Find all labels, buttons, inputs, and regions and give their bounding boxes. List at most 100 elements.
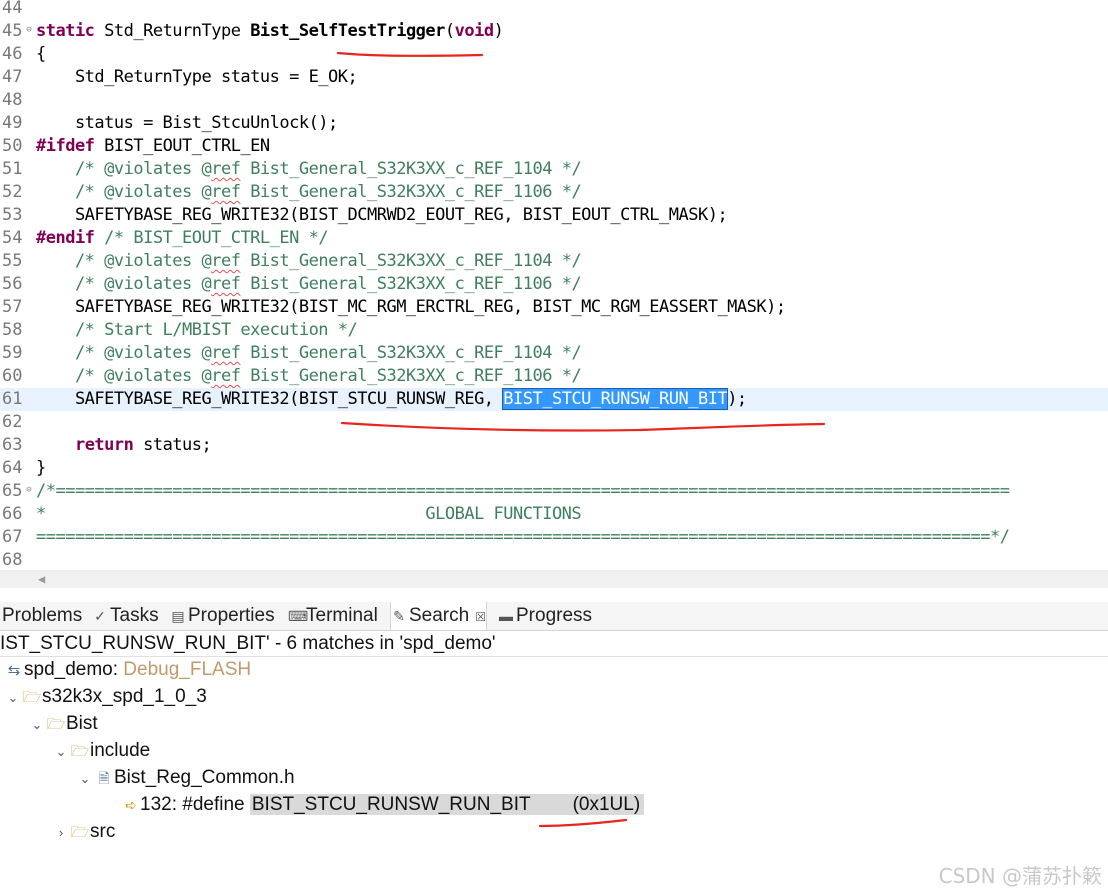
code-token: /* @violates @ <box>36 274 212 294</box>
tab-tasks[interactable]: ✓ Tasks <box>92 602 158 630</box>
search-icon: ✎ <box>393 608 405 624</box>
code-token: Std_ReturnType <box>94 21 251 41</box>
code-line[interactable]: 65 ⊖/*===================================… <box>0 480 1108 503</box>
search-match-row[interactable]: ➪ 132: #define BIST_STCU_RUNSW_RUN_BIT (0x… <box>122 792 645 818</box>
tree-node-src[interactable]: › 🗁src <box>52 819 116 846</box>
fold-toggle-icon[interactable]: ⊖ <box>24 20 34 43</box>
line-number: 51 <box>2 159 23 179</box>
tab-properties[interactable]: ▤ Properties <box>170 602 274 630</box>
tab-terminal[interactable]: ⌨Terminal <box>288 602 378 630</box>
code-line[interactable]: 56 /* @violates @ref Bist_General_S32K3X… <box>0 273 1108 296</box>
folder-icon: 🗁 <box>46 716 66 733</box>
match-prefix: 132: #define <box>140 794 250 815</box>
code-token: ref <box>211 343 241 363</box>
chevron-down-icon[interactable]: ⌄ <box>28 712 46 738</box>
code-token: ) <box>493 21 504 41</box>
chevron-down-icon[interactable]: ⌄ <box>52 739 70 765</box>
code-line[interactable]: 47 Std_ReturnType status = E_OK; <box>0 66 1108 89</box>
code-token: /* @violates @ <box>36 159 212 179</box>
line-number: 48 <box>2 90 23 110</box>
code-editor[interactable]: 44 45 ⊖ static Std_ReturnType Bist_SelfTest… <box>0 0 1108 595</box>
scrollbar-track[interactable] <box>60 576 1100 582</box>
code-line[interactable]: 60 /* @violates @ref Bist_General_S32K3X… <box>0 365 1108 388</box>
line-number: 55 <box>2 251 23 271</box>
line-number: 67 <box>2 527 23 547</box>
code-line[interactable]: 59 /* @violates @ref Bist_General_S32K3X… <box>0 342 1108 365</box>
line-number: 66 <box>2 504 23 524</box>
code-text: status = Bist_StcuUnlock(); <box>36 112 338 135</box>
match-arrow-icon: ➪ <box>125 797 137 813</box>
code-line[interactable]: 44 <box>0 0 1108 20</box>
code-line[interactable]: 45 ⊖ static Std_ReturnType Bist_SelfTestTr… <box>0 20 1108 43</box>
code-line[interactable]: 50 #ifdef BIST_EOUT_CTRL_EN <box>0 135 1108 158</box>
chevron-down-icon[interactable]: ⌄ <box>76 766 94 792</box>
code-token: ref <box>211 182 241 202</box>
tree-node-sdk[interactable]: ⌄ 🗁s32k3x_spd_1_0_3 <box>4 684 207 710</box>
code-line[interactable]: 62 <box>0 411 1108 434</box>
project-node[interactable]: ⇆ spd_demo: Debug_FLASH <box>4 657 251 683</box>
code-token: /* @violates @ <box>36 343 212 363</box>
code-text: * GLOBAL FUNCTIONS <box>36 503 582 526</box>
code-line[interactable]: 51 /* @violates @ref Bist_General_S32K3X… <box>0 158 1108 181</box>
folder-icon: 🗁 <box>70 743 90 760</box>
match-value: (0x1UL) <box>532 794 645 815</box>
code-line[interactable]: 66 * GLOBAL FUNCTIONS <box>0 503 1108 526</box>
selected-token: BIST_STCU_RUNSW_RUN_BIT <box>502 388 729 410</box>
code-token: Bist_General_S32K3XX_c_REF_1104 */ <box>240 159 582 179</box>
code-line[interactable]: 61 SAFETYBASE_REG_WRITE32(BIST_STCU_RUNS… <box>0 388 1108 411</box>
code-text: static Std_ReturnType Bist_SelfTestTrigg… <box>36 20 504 43</box>
code-line[interactable]: 67 ======================================… <box>0 526 1108 549</box>
folder-icon: 🗁 <box>22 689 42 706</box>
line-number: 61 <box>2 389 23 409</box>
code-line[interactable]: 57 SAFETYBASE_REG_WRITE32(BIST_MC_RGM_ER… <box>0 296 1108 319</box>
code-line[interactable]: 58 /* Start L/MBIST execution */ <box>0 319 1108 342</box>
scroll-left-icon[interactable]: ◀ <box>38 572 45 586</box>
line-number: 52 <box>2 182 23 202</box>
tree-node-file[interactable]: ⌄ 🗎 Bist_Reg_Common.h <box>76 765 295 791</box>
code-line[interactable]: 52 /* @violates @ref Bist_General_S32K3X… <box>0 181 1108 204</box>
tasks-icon: ✓ <box>94 608 106 624</box>
code-token: /* @violates @ <box>36 251 212 271</box>
code-token: * GLOBAL FUNCTIONS <box>36 504 582 524</box>
code-token: Std_ReturnType status = E_OK; <box>36 67 358 87</box>
code-line[interactable]: 63 return status; <box>0 434 1108 457</box>
match-highlight: BIST_STCU_RUNSW_RUN_BIT <box>249 794 533 815</box>
code-token: ref <box>211 251 241 271</box>
code-line[interactable]: 53 SAFETYBASE_REG_WRITE32(BIST_DCMRWD2_E… <box>0 204 1108 227</box>
chevron-right-icon[interactable]: › <box>52 820 70 846</box>
chevron-down-icon[interactable]: ⌄ <box>4 685 22 711</box>
code-text: ========================================… <box>36 526 1010 549</box>
tree-node-include[interactable]: ⌄ 🗁include <box>52 738 151 765</box>
code-token: ref <box>211 159 241 179</box>
code-token: status = Bist_StcuUnlock(); <box>36 113 338 133</box>
tab-problems[interactable]: Problems <box>2 602 82 630</box>
line-number: 64 <box>2 458 23 478</box>
code-text: #ifdef BIST_EOUT_CTRL_EN <box>36 135 270 158</box>
code-token: Bist_General_S32K3XX_c_REF_1106 */ <box>240 182 582 202</box>
code-token: SAFETYBASE_REG_WRITE32(BIST_DCMRWD2_EOUT… <box>36 205 728 225</box>
code-line[interactable]: 48 <box>0 89 1108 112</box>
line-number: 50 <box>2 136 23 156</box>
tab-label: Problems <box>2 605 83 626</box>
line-number: 59 <box>2 343 23 363</box>
tab-label: Progress <box>516 605 593 626</box>
fold-toggle-icon[interactable]: ⊖ <box>24 480 34 503</box>
code-line[interactable]: 54 #endif /* BIST_EOUT_CTRL_EN */ <box>0 227 1108 250</box>
code-line[interactable]: 46 { <box>0 43 1108 66</box>
code-token: Bist_General_S32K3XX_c_REF_1104 */ <box>240 343 582 363</box>
line-number: 53 <box>2 205 23 225</box>
code-line[interactable]: 55 /* @violates @ref Bist_General_S32K3X… <box>0 250 1108 273</box>
progress-icon: ▬ <box>499 608 513 624</box>
terminal-icon: ⌨ <box>288 608 309 624</box>
tab-progress[interactable]: ▬ Progress <box>498 602 592 630</box>
line-number: 62 <box>2 412 23 432</box>
code-line[interactable]: 49 status = Bist_StcuUnlock(); <box>0 112 1108 135</box>
code-line[interactable]: 68 <box>0 549 1108 572</box>
close-icon[interactable]: ☒ <box>475 610 486 624</box>
code-line[interactable]: 64} <box>0 457 1108 480</box>
code-token: /* @violates @ <box>36 366 212 386</box>
horizontal-scrollbar[interactable]: ◀ <box>0 570 1108 588</box>
tab-search[interactable]: ✎ Search ☒ <box>390 602 487 630</box>
tree-node-bist[interactable]: ⌄ 🗁Bist <box>28 711 98 737</box>
code-token: Bist_General_S32K3XX_c_REF_1106 */ <box>240 274 582 294</box>
